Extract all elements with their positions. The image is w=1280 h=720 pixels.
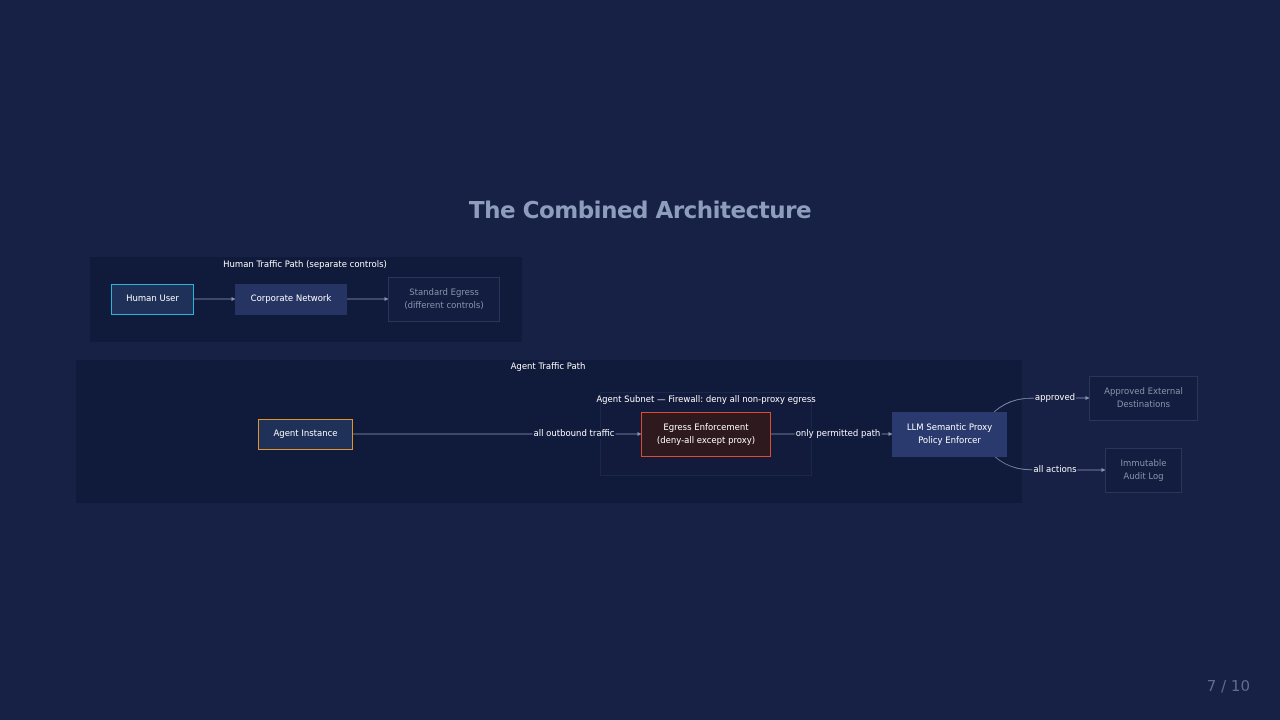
egress-enforcement-node: Egress Enforcement (deny-all except prox…	[641, 412, 771, 457]
agent-instance-node: Agent Instance	[258, 419, 353, 450]
page-number: 7 / 10	[1206, 677, 1250, 695]
llm-proxy-node: LLM Semantic Proxy Policy Enforcer	[892, 412, 1007, 457]
audit-log-node: Immutable Audit Log	[1105, 448, 1182, 493]
human-user-node: Human User	[111, 284, 194, 315]
edge-label-all-outbound: all outbound traffic	[532, 429, 616, 439]
diagram-edges	[194, 297, 1106, 472]
edge-label-all-actions: all actions	[1032, 465, 1078, 475]
edge-label-approved: approved	[1033, 393, 1077, 403]
edge-label-only-permitted: only permitted path	[794, 429, 882, 439]
standard-egress-node: Standard Egress (different controls)	[388, 277, 500, 322]
approved-destinations-node: Approved External Destinations	[1089, 376, 1198, 421]
corporate-network-node: Corporate Network	[235, 284, 347, 315]
